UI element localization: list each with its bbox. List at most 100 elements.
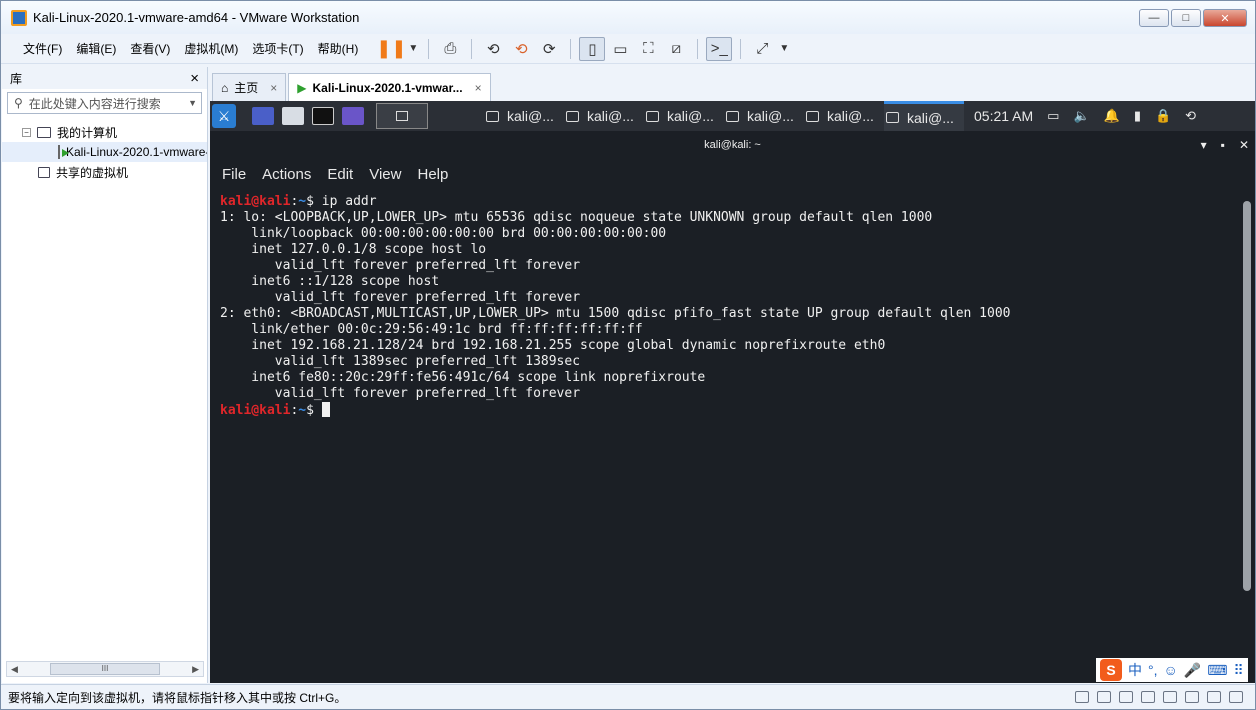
panel-task[interactable]: kali@... bbox=[484, 101, 564, 131]
terminal-menu-view[interactable]: View bbox=[369, 166, 401, 183]
text-cursor bbox=[321, 402, 330, 417]
output-line: inet6 fe80::20c:29ff:fe56:491c/64 scope … bbox=[220, 370, 706, 385]
menu-tabs[interactable]: 选项卡(T) bbox=[246, 40, 309, 57]
usb-icon[interactable] bbox=[1141, 691, 1155, 703]
console-view-icon[interactable]: >_ bbox=[706, 36, 733, 61]
terminal-icon bbox=[726, 110, 739, 122]
more-icon[interactable]: ⠿ bbox=[1233, 662, 1243, 679]
vm-tab-icon: ▶ bbox=[297, 80, 307, 95]
search-icon: ⚲ bbox=[14, 96, 23, 110]
menu-edit[interactable]: 编辑(E) bbox=[70, 40, 122, 57]
kali-menu-icon[interactable]: ⚔ bbox=[212, 104, 236, 128]
scroll-right-icon[interactable]: ▶ bbox=[192, 664, 199, 675]
menu-view[interactable]: 查看(V) bbox=[124, 40, 176, 57]
terminal-menu: File Actions Edit View Help bbox=[210, 159, 1255, 189]
logout-icon[interactable]: ⟲ bbox=[1185, 108, 1196, 124]
panel-task-active[interactable]: kali@... bbox=[884, 101, 964, 131]
scroll-thumb[interactable]: III bbox=[50, 663, 160, 675]
terminal-icon bbox=[486, 110, 499, 122]
tree-item-vm[interactable]: Kali-Linux-2020.1-vmware-amd64 bbox=[2, 142, 207, 162]
terminal-menu-edit[interactable]: Edit bbox=[327, 166, 353, 183]
tab-close-icon[interactable]: × bbox=[475, 81, 482, 95]
status-text: 要将输入定向到该虚拟机，请将鼠标指针移入其中或按 Ctrl+G。 bbox=[8, 690, 347, 705]
panel-task-label: kali@... bbox=[587, 108, 634, 124]
thumbnail-bar-icon[interactable]: ▭ bbox=[607, 37, 633, 61]
tree-item-label: 共享的虚拟机 bbox=[56, 165, 129, 180]
terminal-close-icon[interactable]: ✕ bbox=[1239, 138, 1249, 152]
snapshot-icon[interactable]: ⟲ bbox=[480, 37, 506, 61]
output-line: valid_lft 1389sec preferred_lft 1389sec bbox=[220, 354, 581, 369]
shared-vm-icon bbox=[38, 166, 50, 178]
send-keys-icon[interactable]: ⎙ bbox=[437, 37, 463, 61]
terminal-maximize-icon[interactable]: ▪ bbox=[1221, 138, 1225, 152]
vm-console[interactable]: ⚔ kali@... kali@... kali@... kali@... ka… bbox=[210, 101, 1255, 683]
prompt-user: kali@kali bbox=[220, 403, 291, 418]
tree-item-shared[interactable]: 共享的虚拟机 bbox=[2, 162, 207, 182]
volume-icon[interactable]: 🔈 bbox=[1073, 108, 1089, 124]
stretch-icon[interactable]: ⤢ bbox=[749, 37, 775, 61]
tab-kali-vm[interactable]: ▶ Kali-Linux-2020.1-vmwar... × bbox=[288, 73, 491, 101]
workspace-switcher[interactable] bbox=[376, 103, 428, 129]
network-icon[interactable] bbox=[1119, 691, 1133, 703]
terminal-menu-actions[interactable]: Actions bbox=[262, 166, 311, 183]
chevron-down-icon[interactable]: ▼ bbox=[188, 98, 197, 108]
library-horizontal-scrollbar[interactable]: ◀ III ▶ bbox=[6, 661, 204, 677]
revert-snapshot-icon[interactable]: ⟲ bbox=[508, 37, 534, 61]
maximize-button[interactable]: □ bbox=[1171, 9, 1201, 27]
emoji-icon[interactable]: ☺ bbox=[1164, 662, 1178, 678]
terminal-output[interactable]: kali@kali:~$ ip addr 1: lo: <LOOPBACK,UP,… bbox=[220, 194, 1240, 674]
full-screen-icon[interactable]: ⛶ bbox=[635, 37, 661, 61]
fullscreen-status-icon[interactable] bbox=[1229, 691, 1243, 703]
panel-task[interactable]: kali@... bbox=[804, 101, 884, 131]
terminal-scrollbar[interactable] bbox=[1243, 201, 1251, 591]
cdrom-icon[interactable] bbox=[1097, 691, 1111, 703]
tab-bar: ⌂ 主页 × ▶ Kali-Linux-2020.1-vmwar... × bbox=[212, 73, 491, 101]
sound-icon[interactable] bbox=[1163, 691, 1177, 703]
display-status-icon[interactable] bbox=[1207, 691, 1221, 703]
menu-help[interactable]: 帮助(H) bbox=[312, 40, 365, 57]
tab-home[interactable]: ⌂ 主页 × bbox=[212, 73, 287, 101]
microphone-icon[interactable]: 🎤 bbox=[1184, 662, 1201, 679]
output-line: valid_lft forever preferred_lft forever bbox=[220, 258, 581, 273]
battery-icon[interactable]: ▮ bbox=[1134, 108, 1141, 124]
collapse-icon[interactable]: − bbox=[22, 127, 31, 137]
printer-icon[interactable] bbox=[1185, 691, 1199, 703]
panel-task[interactable]: kali@... bbox=[644, 101, 724, 131]
panel-task[interactable]: kali@... bbox=[724, 101, 804, 131]
pause-icon[interactable]: ❚❚ bbox=[376, 37, 406, 61]
show-library-icon[interactable]: ▯ bbox=[579, 36, 606, 61]
close-button[interactable]: ✕ bbox=[1203, 9, 1247, 27]
display-icon[interactable]: ▭ bbox=[1047, 108, 1059, 124]
terminal-minimize-icon[interactable]: ▾ bbox=[1201, 138, 1207, 152]
keyboard-icon[interactable]: ⌨ bbox=[1207, 662, 1227, 679]
unity-icon[interactable]: ⧄ bbox=[663, 37, 689, 61]
snapshot-manager-icon[interactable]: ⟳ bbox=[536, 37, 562, 61]
lock-icon[interactable]: 🔒 bbox=[1155, 108, 1171, 124]
minimize-button[interactable]: — bbox=[1139, 9, 1169, 27]
menu-file[interactable]: 文件(F) bbox=[17, 40, 68, 57]
library-close-button[interactable]: × bbox=[190, 70, 199, 87]
sogou-logo-icon[interactable]: S bbox=[1100, 659, 1122, 681]
hdd-icon[interactable] bbox=[1075, 691, 1089, 703]
scroll-left-icon[interactable]: ◀ bbox=[11, 664, 18, 675]
tree-item-my-computer[interactable]: − 我的计算机 bbox=[2, 122, 207, 142]
library-search-input[interactable]: ⚲ 在此处键入内容进行搜索 ▼ bbox=[7, 92, 202, 114]
workspace-icon[interactable] bbox=[252, 107, 274, 125]
library-tree: − 我的计算机 Kali-Linux-2020.1-vmware-amd64 共… bbox=[2, 122, 207, 182]
title-bar: Kali-Linux-2020.1-vmware-amd64 - VMware … bbox=[1, 1, 1255, 34]
dropdown-icon[interactable]: ▼ bbox=[406, 37, 420, 61]
panel-task[interactable]: kali@... bbox=[564, 101, 644, 131]
file-manager-icon[interactable] bbox=[282, 107, 304, 125]
menu-vm[interactable]: 虚拟机(M) bbox=[178, 40, 244, 57]
terminal-app-icon[interactable] bbox=[312, 107, 334, 125]
home-icon: ⌂ bbox=[221, 80, 229, 95]
terminal-menu-file[interactable]: File bbox=[222, 166, 246, 183]
panel-clock[interactable]: 05:21 AM bbox=[974, 108, 1033, 124]
punctuation-icon[interactable]: °, bbox=[1148, 662, 1158, 678]
tab-close-icon[interactable]: × bbox=[270, 81, 277, 95]
notification-icon[interactable]: 🔔 bbox=[1104, 108, 1120, 124]
ime-mode[interactable]: 中 bbox=[1128, 660, 1142, 680]
terminal-menu-help[interactable]: Help bbox=[417, 166, 448, 183]
screen-recorder-icon[interactable] bbox=[342, 107, 364, 125]
stretch-dropdown-icon[interactable]: ▼ bbox=[777, 37, 791, 61]
